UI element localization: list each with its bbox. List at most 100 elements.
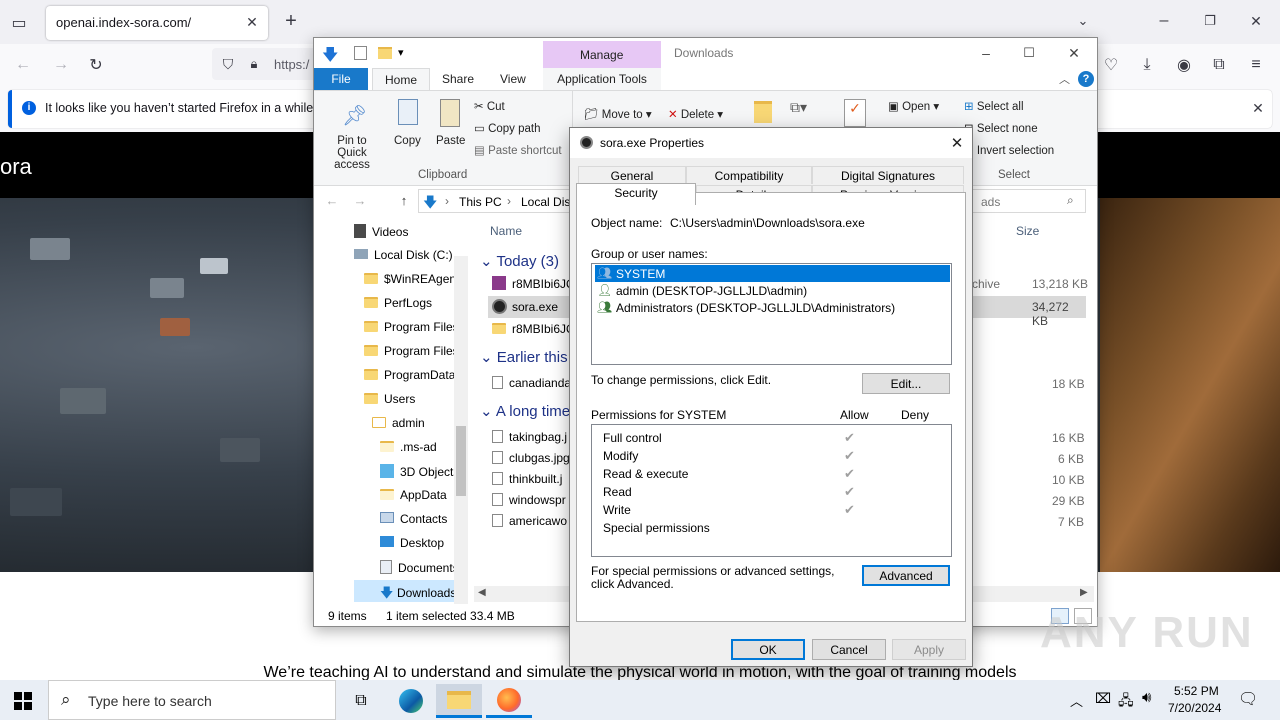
nav-item[interactable]: Program Files (364, 344, 456, 358)
file-row[interactable]: takingbag.j (492, 430, 567, 444)
close-notification-icon[interactable]: ✕ (1248, 98, 1268, 118)
properties-icon[interactable] (354, 46, 367, 60)
user-item-selected[interactable]: 👥︎ SYSTEM (595, 265, 950, 282)
list-all-tabs-icon[interactable]: ⌄ (1072, 10, 1094, 32)
move-to-button[interactable]: 📁︎ Move to ▾ (584, 107, 652, 121)
invert-selection-button[interactable]: ⊡ Invert selection (964, 143, 1054, 157)
forward-icon[interactable]: → (50, 54, 72, 76)
nav-item[interactable]: Program Files (364, 320, 456, 334)
task-view-icon[interactable]: ⧉ (338, 684, 384, 718)
new-item-icon[interactable]: ⧉▾ (790, 99, 807, 116)
taskbar-search[interactable]: ⌕ Type here to search (48, 680, 336, 720)
restore-icon[interactable]: ❐ (1198, 10, 1222, 32)
tab-share[interactable]: Share (430, 68, 486, 90)
user-item[interactable]: 👤︎ admin (DESKTOP-JGLLJLD\admin) (595, 282, 950, 299)
pin-quick-access-button[interactable]: 📌︎ Pin to Quick access (320, 93, 384, 171)
tab-view[interactable]: View (488, 68, 538, 90)
new-folder-icon[interactable] (378, 47, 392, 59)
new-tab-icon[interactable]: + (280, 10, 302, 32)
file-row[interactable]: r8MBIbi6JQ (492, 322, 575, 336)
notifications-icon[interactable]: 🗨︎ (1238, 689, 1258, 709)
nav-item[interactable]: ProgramData (364, 368, 456, 382)
pocket-icon[interactable]: ♡ (1100, 54, 1122, 76)
file-row[interactable]: americawo (492, 514, 567, 528)
url-bar[interactable]: ⛉ 🔒︎ https:/ (212, 48, 322, 80)
nav-item[interactable]: admin (372, 416, 456, 430)
downloads-icon[interactable]: ⤓ (1136, 54, 1158, 76)
file-row[interactable]: r8MBIbi6JQ (492, 276, 575, 291)
nav-item[interactable]: Users (364, 392, 456, 406)
file-row[interactable]: canadianda (492, 376, 571, 390)
clock-date[interactable]: 7/20/2024 (1168, 701, 1221, 715)
delete-button[interactable]: ✕ Delete ▾ (668, 107, 723, 121)
tab-security[interactable]: Security (576, 183, 696, 205)
start-button[interactable] (0, 684, 46, 718)
column-size[interactable]: Size (1016, 224, 1039, 238)
nav-item[interactable]: Desktop (380, 536, 456, 550)
forward-icon[interactable]: → (352, 192, 368, 208)
tab-compatibility[interactable]: Compatibility (686, 166, 812, 184)
lock-icon[interactable]: 🔒︎ (244, 54, 264, 74)
nav-item[interactable]: AppData (380, 488, 456, 502)
file-row[interactable]: thinkbuilt.j (492, 472, 562, 486)
address-bar[interactable]: 🡇 › This PC › Local Disk (418, 189, 578, 213)
help-icon[interactable]: ? (1078, 71, 1094, 87)
customize-quick-access-icon[interactable]: ▾ (398, 46, 404, 59)
maximize-icon[interactable]: ☐ (1017, 42, 1041, 64)
edge-icon[interactable] (388, 684, 434, 718)
paste-shortcut-button[interactable]: ▤ Paste shortcut (474, 143, 562, 157)
firefox-icon[interactable] (486, 684, 532, 718)
open-button[interactable]: ▣ Open ▾ (888, 99, 939, 113)
search-box[interactable]: ads ⌕ (972, 189, 1086, 213)
tab-list-icon[interactable]: ▭ (8, 12, 30, 34)
users-listbox[interactable]: 👥︎ SYSTEM 👤︎ admin (DESKTOP-JGLLJLD\admi… (591, 263, 952, 365)
back-icon[interactable]: ← (12, 54, 34, 76)
cut-button[interactable]: ✂ Cut (474, 99, 505, 113)
menu-icon[interactable]: ≡ (1245, 54, 1267, 76)
reload-icon[interactable]: ↻ (85, 54, 107, 76)
quick-access-down-icon[interactable]: 🡇 (322, 44, 338, 71)
user-item[interactable]: 👥︎ Administrators (DESKTOP-JGLLJLD\Admin… (595, 299, 950, 316)
nav-item[interactable]: Videos (354, 224, 408, 239)
copy-path-button[interactable]: ▭ Copy path (474, 121, 541, 135)
clock-time[interactable]: 5:52 PM (1174, 684, 1219, 698)
nav-scrollbar[interactable] (454, 256, 468, 604)
edit-button[interactable]: Edit... (862, 373, 950, 394)
close-tab-icon[interactable]: ✕ (242, 12, 262, 32)
nav-item[interactable]: Contacts (380, 512, 456, 526)
manage-contextual-tab[interactable]: Manage (543, 41, 661, 68)
minimize-icon[interactable]: – (974, 42, 998, 64)
nav-item[interactable]: $WinREAgent (364, 272, 456, 286)
volume-icon[interactable]: 🔊︎ (1142, 689, 1151, 706)
browser-tab[interactable]: openai.index-sora.com/ ✕ (46, 6, 268, 40)
file-explorer-icon[interactable] (436, 684, 482, 718)
permissions-list[interactable]: Full control ✔ Modify ✔ Read & execute ✔… (591, 424, 952, 557)
nav-item[interactable]: .ms-ad (380, 440, 456, 454)
account-icon[interactable]: ◉ (1173, 54, 1195, 76)
select-none-button[interactable]: ⊟ Select none (964, 121, 1038, 135)
show-hidden-icons-icon[interactable]: ︿ (1070, 691, 1083, 710)
close-icon[interactable]: ✕ (1062, 42, 1086, 64)
new-folder-icon[interactable] (754, 101, 772, 123)
copy-button[interactable]: Copy (392, 93, 428, 153)
collapse-ribbon-icon[interactable]: ︿ (1059, 71, 1070, 87)
nav-item[interactable]: 3D Objects (380, 464, 456, 479)
tab-general[interactable]: General (578, 166, 686, 184)
cancel-button[interactable]: Cancel (812, 639, 886, 660)
nav-item[interactable]: Local Disk (C:) (354, 248, 453, 262)
tab-application-tools[interactable]: Application Tools (543, 68, 661, 90)
back-icon[interactable]: ← (324, 192, 340, 208)
group-earlier[interactable]: ⌄ Earlier this y (480, 348, 579, 366)
ok-button[interactable]: OK (731, 639, 805, 660)
tab-file[interactable]: File (314, 68, 368, 90)
tab-digital-signatures[interactable]: Digital Signatures (812, 166, 964, 184)
site-logo[interactable]: ora (0, 154, 32, 180)
tracking-shield-icon[interactable]: ⛉ (218, 54, 238, 74)
close-icon[interactable]: ✕ (946, 132, 968, 154)
select-all-button[interactable]: ⊞ Select all (964, 99, 1024, 113)
extensions-icon[interactable]: ⧉ (1208, 54, 1230, 76)
network-icon[interactable]: 🖧︎ (1118, 690, 1134, 714)
device-icon[interactable]: ⌧ (1095, 690, 1111, 707)
advanced-button[interactable]: Advanced (862, 565, 950, 586)
column-name[interactable]: Name (490, 224, 522, 238)
